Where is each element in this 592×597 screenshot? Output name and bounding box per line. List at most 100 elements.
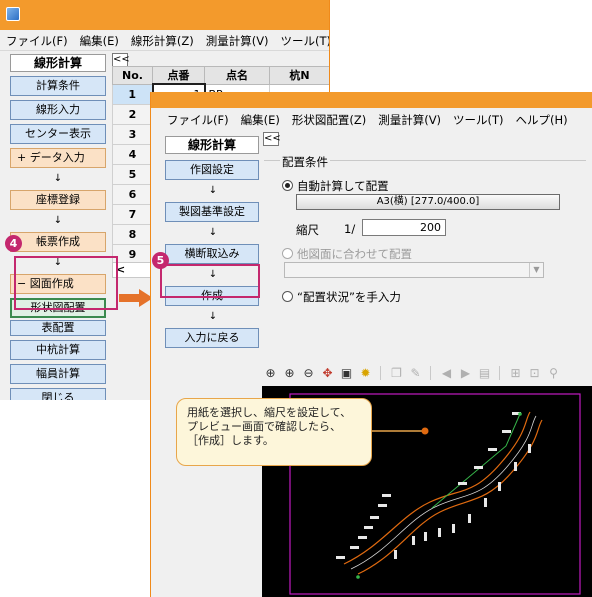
app-icon bbox=[6, 7, 20, 21]
manual-layout-label: “配置状況”を手入力 bbox=[297, 290, 401, 304]
chevron-down-icon[interactable]: ▼ bbox=[529, 263, 543, 277]
data-input-button[interactable]: + データ入力 bbox=[10, 148, 106, 168]
drawing-settings-button[interactable]: 作図設定 bbox=[165, 160, 259, 180]
callout-line: ［作成］します。 bbox=[187, 434, 274, 447]
scale-prefix: 1/ bbox=[344, 222, 356, 236]
auto-layout-radio[interactable] bbox=[282, 180, 293, 191]
scale-input[interactable]: 200 bbox=[362, 219, 446, 236]
search-icon[interactable]: ⚲ bbox=[545, 365, 562, 382]
title-bar bbox=[151, 92, 592, 108]
menu-survey[interactable]: 測量計算(V) bbox=[372, 112, 447, 128]
preview-toolbar: ⊕ ⊕ ⊖ ✥ ▣ ✹ ❐ ✎ ◀ ▶ ▤ ⊞ ⊡ ⚲ bbox=[262, 362, 592, 384]
sidebar: 線形計算 作図設定 ↓ 製図基準設定 ↓ 横断取込み ↓ 作成 ↓ 入力に戻る bbox=[165, 136, 261, 348]
step5-badge: 5 bbox=[152, 252, 169, 269]
menu-bar: ファイル(F) 編集(E) 形状図配置(Z) 測量計算(V) ツール(T) ヘル… bbox=[161, 110, 592, 130]
menu-help[interactable]: ヘルプ(H) bbox=[510, 112, 574, 128]
copy-icon[interactable]: ❐ bbox=[388, 365, 405, 382]
menu-tools[interactable]: ツール(T) bbox=[275, 33, 329, 49]
end-point bbox=[518, 412, 522, 416]
manual-layout-radio[interactable] bbox=[282, 291, 293, 302]
sidebar: 線形計算 計算条件 線形入力 センター表示 + データ入力 ↓ 座標登録 ↓ 帳… bbox=[10, 54, 106, 400]
sidebar-title: 線形計算 bbox=[10, 54, 106, 72]
drawing-standard-button[interactable]: 製図基準設定 bbox=[165, 202, 259, 222]
menu-tools[interactable]: ツール(T) bbox=[447, 112, 510, 128]
menu-survey[interactable]: 測量計算(V) bbox=[200, 33, 275, 49]
toolbar-separator bbox=[499, 366, 503, 380]
road-centerline bbox=[350, 415, 537, 570]
bulb-icon[interactable]: ✹ bbox=[357, 365, 374, 382]
frame-icon[interactable]: ⊡ bbox=[526, 365, 543, 382]
zoom-out-icon[interactable]: ⊖ bbox=[300, 365, 317, 382]
menu-bar: ファイル(F) 編集(E) 線形計算(Z) 測量計算(V) ツール(T) bbox=[0, 31, 329, 51]
col-header-point-no[interactable]: 点番 bbox=[152, 66, 205, 85]
menu-file[interactable]: ファイル(F) bbox=[161, 112, 235, 128]
collapse-chevron-icon[interactable]: << bbox=[263, 132, 281, 146]
menu-alignment[interactable]: 線形計算(Z) bbox=[125, 33, 200, 49]
fit-other-combo[interactable]: ▼ bbox=[284, 262, 544, 278]
row-number: 7 bbox=[112, 203, 153, 225]
row-number: 2 bbox=[112, 103, 153, 125]
menu-shape-drawing[interactable]: 形状図配置(Z) bbox=[286, 112, 372, 128]
step4-badge: 4 bbox=[5, 235, 22, 252]
transition-arrow-icon bbox=[119, 289, 153, 307]
step5-highlight bbox=[160, 264, 260, 298]
zoom-in-icon[interactable]: ⊕ bbox=[281, 365, 298, 382]
start-point bbox=[356, 575, 360, 579]
pan-icon[interactable]: ✥ bbox=[319, 365, 336, 382]
traverse-line bbox=[431, 413, 521, 509]
back-to-input-button[interactable]: 入力に戻る bbox=[165, 328, 259, 348]
toolbar-separator bbox=[380, 366, 384, 380]
col-header-point-name[interactable]: 点名 bbox=[203, 66, 271, 85]
middle-stake-button[interactable]: 中杭計算 bbox=[10, 340, 106, 360]
close-button[interactable]: 閉じる bbox=[10, 388, 106, 400]
flow-arrow: ↓ bbox=[53, 173, 63, 184]
paper-size-button[interactable]: A3(横) [277.0/400.0] bbox=[296, 194, 560, 210]
row-number: 1 bbox=[112, 83, 153, 105]
alignment-input-button[interactable]: 線形入力 bbox=[10, 100, 106, 120]
col-header-stake[interactable]: 杭N bbox=[269, 66, 329, 85]
row-number: 8 bbox=[112, 223, 153, 245]
sidebar-title: 線形計算 bbox=[165, 136, 259, 154]
title-bar bbox=[0, 0, 329, 30]
cross-section-import-button[interactable]: 横断取込み bbox=[165, 244, 259, 264]
flow-arrow: ↓ bbox=[208, 185, 218, 196]
row-number: 6 bbox=[112, 183, 153, 205]
layout-icon[interactable]: ▤ bbox=[476, 365, 493, 382]
layout-group-label: 配置条件 bbox=[280, 154, 330, 170]
center-display-button[interactable]: センター表示 bbox=[10, 124, 106, 144]
window-icon[interactable]: ▣ bbox=[338, 365, 355, 382]
row-number: 9 bbox=[112, 243, 153, 265]
fit-other-label: 他図面に合わせて配置 bbox=[297, 247, 412, 261]
col-header-no[interactable]: No. bbox=[112, 66, 153, 85]
instruction-callout: 用紙を選択し、縮尺を設定して、 プレビュー画面で確認したら、 ［作成］します。 bbox=[176, 398, 372, 466]
calc-conditions-button[interactable]: 計算条件 bbox=[10, 76, 106, 96]
prev-icon[interactable]: ◀ bbox=[438, 365, 455, 382]
callout-pointer bbox=[372, 427, 429, 435]
next-icon[interactable]: ▶ bbox=[457, 365, 474, 382]
toolbar-separator bbox=[430, 366, 434, 380]
zoom-fit-icon[interactable]: ⊕ bbox=[262, 365, 279, 382]
coord-register-button[interactable]: 座標登録 bbox=[10, 190, 106, 210]
flow-arrow: ↓ bbox=[53, 215, 63, 226]
row-number: 5 bbox=[112, 163, 153, 185]
callout-line: プレビュー画面で確認したら、 bbox=[187, 420, 341, 433]
form-create-button[interactable]: 帳票作成 bbox=[10, 232, 106, 252]
row-number: 3 bbox=[112, 123, 153, 145]
menu-file[interactable]: ファイル(F) bbox=[0, 33, 74, 49]
menu-edit[interactable]: 編集(E) bbox=[235, 112, 286, 128]
scroll-left-arrow-icon[interactable]: < bbox=[112, 262, 152, 278]
fit-other-radio[interactable] bbox=[282, 248, 293, 259]
pen-icon[interactable]: ✎ bbox=[407, 365, 424, 382]
flow-arrow: ↓ bbox=[208, 311, 218, 322]
table-layout-button[interactable]: 表配置 bbox=[10, 320, 106, 336]
scale-label: 縮尺 bbox=[296, 223, 319, 237]
step4-highlight bbox=[14, 256, 118, 310]
collapse-chevron-icon[interactable]: << bbox=[112, 53, 130, 67]
width-calc-button[interactable]: 幅員計算 bbox=[10, 364, 106, 384]
grid-icon[interactable]: ⊞ bbox=[507, 365, 524, 382]
flow-arrow: ↓ bbox=[208, 227, 218, 238]
callout-line: 用紙を選択し、縮尺を設定して、 bbox=[187, 406, 352, 419]
row-number: 4 bbox=[112, 143, 153, 165]
menu-edit[interactable]: 編集(E) bbox=[74, 33, 125, 49]
auto-layout-label: 自動計算して配置 bbox=[297, 179, 389, 193]
